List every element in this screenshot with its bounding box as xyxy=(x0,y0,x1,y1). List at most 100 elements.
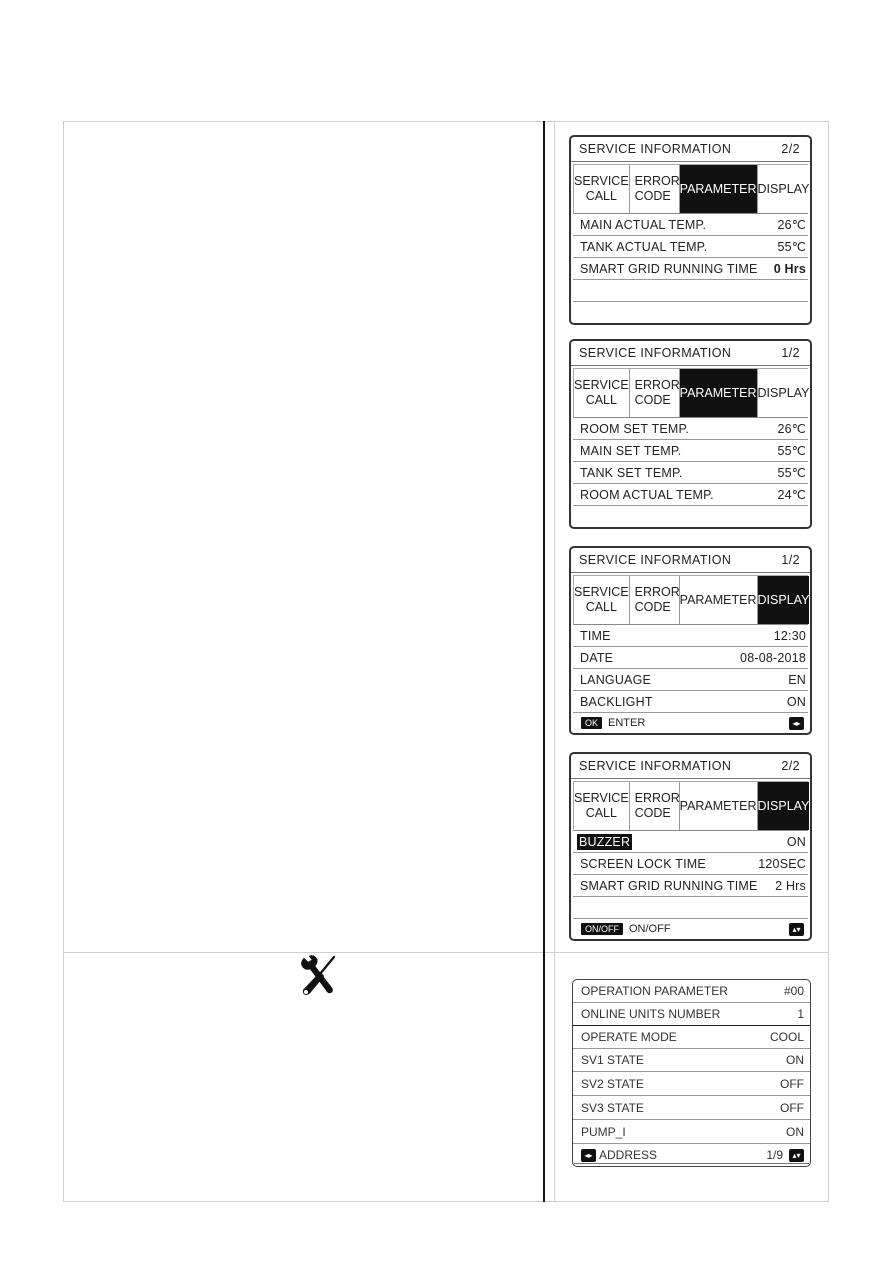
row-value: ON xyxy=(786,1124,804,1139)
list-item[interactable]: MAIN SET TEMP. 55℃ xyxy=(573,440,808,462)
row-value: 55℃ xyxy=(777,444,806,458)
ok-key-icon[interactable]: OK xyxy=(581,717,603,729)
row-label: DATE xyxy=(580,650,614,665)
screen-title: SERVICE INFORMATION xyxy=(579,346,732,360)
row-label: SMART GRID RUNNING TIME xyxy=(580,878,758,893)
list-item[interactable]: SV2 STATE OFF xyxy=(573,1072,810,1096)
tab-service-call[interactable]: SERVICE CALL xyxy=(574,165,630,213)
list-item[interactable]: SMART GRID RUNNING TIME 2 Hrs xyxy=(573,875,808,897)
screen-footer: OK ENTER ◂▸ xyxy=(573,712,808,733)
screen-title-bar: SERVICE INFORMATION 2/2 xyxy=(571,754,810,779)
screen-title: OPERATION PARAMETER xyxy=(581,984,728,998)
up-down-arrows-icon[interactable]: ▴▾ xyxy=(789,1148,804,1162)
up-down-arrows-icon[interactable]: ▴▾ xyxy=(789,922,804,936)
wrench-screwdriver-icon xyxy=(301,955,336,995)
tab-error-code[interactable]: ERROR CODE xyxy=(630,165,680,213)
empty-row xyxy=(573,897,808,918)
tab-error-code[interactable]: ERROR CODE xyxy=(630,369,680,417)
tab-parameter[interactable]: PARAMETER xyxy=(679,165,758,213)
tab-parameter[interactable]: PARAMETER xyxy=(680,782,758,830)
service-info-screen-display-2: SERVICE INFORMATION 2/2 SERVICE CALL ERRO… xyxy=(569,752,812,941)
footer-hint: ENTER xyxy=(608,717,646,729)
tab-bar: SERVICE CALL ERROR CODE PARAMETER DISPLAY xyxy=(573,164,810,214)
row-value: ON xyxy=(786,834,806,849)
list-item[interactable]: TIME 12:30 xyxy=(573,625,808,647)
screen-shadow-line xyxy=(574,1163,809,1164)
tab-bar: SERVICE CALL ERROR CODE PARAMETER DISPLAY xyxy=(573,781,810,831)
tab-display[interactable]: DISPLAY xyxy=(757,782,810,830)
address-page: 1/9 xyxy=(766,1148,783,1162)
empty-row xyxy=(573,506,808,527)
row-value: 26℃ xyxy=(777,218,806,232)
screen-footer: ON/OFF ON/OFF ▴▾ xyxy=(573,918,808,939)
list-item[interactable]: PUMP_I ON xyxy=(573,1120,810,1144)
row-value: COOL xyxy=(769,1030,804,1044)
list-item[interactable]: SMART GRID RUNNING TIME 0 Hrs xyxy=(573,258,808,280)
screen-title-bar: SERVICE INFORMATION 2/2 xyxy=(571,137,810,162)
page-indicator: 2/2 xyxy=(781,142,800,156)
list-item[interactable]: OPERATE MODE COOL xyxy=(573,1026,810,1049)
tab-display[interactable]: DISPLAY xyxy=(758,165,810,213)
row-label: SCREEN LOCK TIME xyxy=(580,856,706,871)
row-label: BACKLIGHT xyxy=(580,694,653,709)
row-label: SV2 STATE xyxy=(581,1076,644,1091)
row-value: 26℃ xyxy=(777,422,806,436)
row-label-selected: BUZZER xyxy=(577,833,633,850)
row-label: ROOM SET TEMP. xyxy=(580,421,690,436)
list-item[interactable]: ROOM ACTUAL TEMP. 24℃ xyxy=(573,484,808,506)
row-value: ON xyxy=(786,1053,804,1067)
tab-display[interactable]: DISPLAY xyxy=(757,576,810,624)
tab-service-call[interactable]: SERVICE CALL xyxy=(574,782,630,830)
row-value: OFF xyxy=(780,1100,804,1115)
list-item[interactable]: TANK SET TEMP. 55℃ xyxy=(573,462,808,484)
address-label: ADDRESS xyxy=(599,1148,658,1162)
tab-bar: SERVICE CALL ERROR CODE PARAMETER DISPLAY xyxy=(573,575,810,625)
list-item[interactable]: DATE 08-08-2018 xyxy=(573,647,808,669)
table-margin-line xyxy=(543,121,545,1202)
list-item[interactable]: MAIN ACTUAL TEMP. 26℃ xyxy=(573,214,808,236)
row-value: ON xyxy=(786,694,806,709)
left-right-arrows-icon[interactable]: ◂▸ xyxy=(789,716,804,730)
on-off-key-icon[interactable]: ON/OFF xyxy=(581,923,623,935)
row-value: 12:30 xyxy=(773,628,806,643)
empty-row xyxy=(573,302,808,323)
list-item[interactable]: LANGUAGE EN xyxy=(573,669,808,691)
row-label: ONLINE UNITS NUMBER xyxy=(581,1007,721,1021)
page-indicator: 1/2 xyxy=(781,346,800,360)
empty-row xyxy=(573,280,808,302)
tab-parameter[interactable]: PARAMETER xyxy=(680,576,758,624)
screen-title: SERVICE INFORMATION xyxy=(579,553,732,567)
left-right-arrows-icon[interactable]: ◂▸ xyxy=(581,1148,596,1162)
list-item[interactable]: SV1 STATE ON xyxy=(573,1049,810,1072)
list-item[interactable]: ROOM SET TEMP. 26℃ xyxy=(573,418,808,440)
tab-error-code[interactable]: ERROR CODE xyxy=(630,576,680,624)
operation-parameter-screen: OPERATION PARAMETER #00 ONLINE UNITS NUM… xyxy=(572,979,811,1167)
list-item[interactable]: SV3 STATE OFF xyxy=(573,1096,810,1120)
list-item[interactable]: BACKLIGHT ON xyxy=(573,691,808,712)
unit-code: #00 xyxy=(783,984,804,998)
list-item[interactable]: SCREEN LOCK TIME 120SEC xyxy=(573,853,808,875)
screen-title-bar: OPERATION PARAMETER #00 xyxy=(573,980,810,1003)
list-item[interactable]: TANK ACTUAL TEMP. 55℃ xyxy=(573,236,808,258)
table-row-divider xyxy=(63,952,829,953)
list-item[interactable]: BUZZER ON xyxy=(573,831,808,853)
row-value: 55℃ xyxy=(777,240,806,254)
list-item[interactable]: ONLINE UNITS NUMBER 1 xyxy=(573,1003,810,1026)
row-label: TIME xyxy=(580,628,611,643)
row-label: ROOM ACTUAL TEMP. xyxy=(580,487,714,502)
row-label: PUMP_I xyxy=(581,1124,626,1139)
tab-parameter[interactable]: PARAMETER xyxy=(679,369,758,417)
tab-display[interactable]: DISPLAY xyxy=(758,369,810,417)
row-value: 120SEC xyxy=(758,856,806,871)
row-label: TANK SET TEMP. xyxy=(580,465,683,480)
tab-error-code[interactable]: ERROR CODE xyxy=(630,782,680,830)
table-column-divider xyxy=(554,121,555,1202)
row-label: MAIN SET TEMP. xyxy=(580,443,682,458)
row-label: LANGUAGE xyxy=(580,672,652,687)
tab-service-call[interactable]: SERVICE CALL xyxy=(574,576,630,624)
row-label: SV3 STATE xyxy=(581,1100,644,1115)
service-info-screen-parameter-2: SERVICE INFORMATION 2/2 SERVICE CALL ERRO… xyxy=(569,135,812,325)
tab-service-call[interactable]: SERVICE CALL xyxy=(574,369,630,417)
service-info-screen-display-1: SERVICE INFORMATION 1/2 SERVICE CALL ERRO… xyxy=(569,546,812,735)
row-value: 24℃ xyxy=(777,488,806,502)
